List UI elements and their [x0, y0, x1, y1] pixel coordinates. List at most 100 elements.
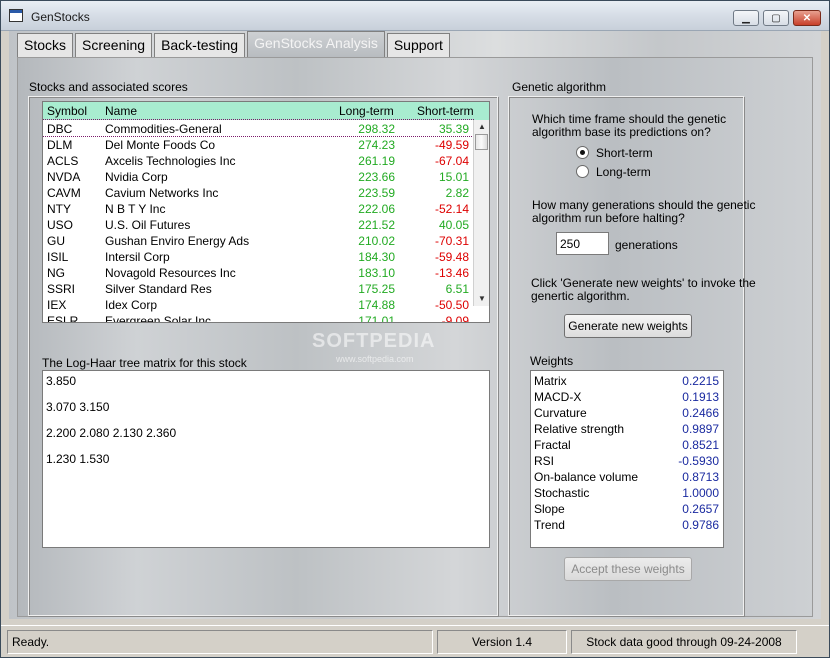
softpedia-watermark: SOFTPEDIA — [312, 330, 436, 352]
cell-long-term: 175.25 — [358, 282, 395, 296]
cell-long-term: 274.23 — [358, 138, 395, 152]
weights-list[interactable]: Matrix 0.2215 MACD-X 0.1913 Curvature 0.2466 R… — [530, 370, 724, 548]
table-row[interactable]: ACLS Axcelis Technologies Inc 261.19 -67.04 — [43, 152, 473, 168]
cell-name: Evergreen Solar Inc — [105, 314, 212, 323]
timeframe-question-line2: algorithm base its predictions on? — [532, 125, 711, 139]
weight-row[interactable]: Curvature 0.2466 — [531, 405, 723, 421]
weight-row[interactable]: MACD-X 0.1913 — [531, 389, 723, 405]
cell-short-term: -52.14 — [434, 202, 469, 216]
status-bar: Ready. Version 1.4 Stock data good throu… — [1, 625, 829, 657]
cell-short-term: 2.82 — [445, 186, 469, 200]
cell-long-term: 261.19 — [358, 154, 395, 168]
header-short-term[interactable]: Short-term — [417, 104, 474, 118]
tab-back-testing[interactable]: Back-testing — [154, 33, 246, 57]
header-long-term[interactable]: Long-term — [339, 104, 394, 118]
header-symbol[interactable]: Symbol — [47, 104, 87, 118]
cell-long-term: 171.01 — [358, 314, 395, 323]
tab-genstocks-analysis[interactable]: GenStocks Analysis — [247, 31, 385, 57]
weight-value: 0.2466 — [682, 406, 719, 420]
table-row[interactable]: DBC Commodities-General 298.32 35.39 — [43, 119, 474, 137]
softpedia-watermark-url: www.softpedia.com — [336, 354, 414, 364]
title-bar[interactable]: GenStocks ▁ ▢ ✕ — [1, 1, 829, 31]
scroll-up-icon[interactable]: ▲ — [476, 122, 488, 132]
client-area: Stocks Screening Back-testing GenStocks … — [9, 31, 821, 619]
weight-row[interactable]: Relative strength 0.9897 — [531, 421, 723, 437]
close-button[interactable]: ✕ — [793, 10, 821, 26]
cell-short-term: -67.04 — [434, 154, 469, 168]
cell-symbol: DLM — [47, 138, 73, 152]
cell-short-term: 6.51 — [445, 282, 469, 296]
cell-long-term: 183.10 — [358, 266, 395, 280]
cell-symbol: NVDA — [47, 170, 81, 184]
app-window: GenStocks ▁ ▢ ✕ Stocks Screening Back-te… — [0, 0, 830, 658]
weight-row[interactable]: Stochastic 1.0000 — [531, 485, 723, 501]
cell-short-term: -49.59 — [434, 138, 469, 152]
scroll-down-icon[interactable]: ▼ — [476, 294, 488, 304]
cell-long-term: 222.06 — [358, 202, 395, 216]
matrix-line: 3.070 3.150 — [46, 400, 110, 414]
table-row[interactable]: USO U.S. Oil Futures 221.52 40.05 — [43, 216, 473, 232]
weight-row[interactable]: Slope 0.2657 — [531, 501, 723, 517]
close-icon: ✕ — [802, 12, 812, 24]
cell-long-term: 174.88 — [358, 298, 395, 312]
cell-short-term: 35.39 — [438, 122, 469, 136]
matrix-line: 3.850 — [46, 374, 77, 388]
cell-name: Novagold Resources Inc — [105, 266, 236, 280]
table-row[interactable]: CAVM Cavium Networks Inc 223.59 2.82 — [43, 184, 473, 200]
app-icon — [9, 9, 23, 22]
table-row[interactable]: GU Gushan Enviro Energy Ads 210.02 -70.31 — [43, 232, 473, 248]
table-row[interactable]: NVDA Nvidia Corp 223.66 15.01 — [43, 168, 473, 184]
matrix-title: The Log-Haar tree matrix for this stock — [42, 356, 247, 370]
weight-row[interactable]: Matrix 0.2215 — [531, 373, 723, 389]
weight-row[interactable]: On-balance volume 0.8713 — [531, 469, 723, 485]
table-row[interactable]: ESLR Evergreen Solar Inc 171.01 -9.09 — [43, 312, 473, 323]
generations-input[interactable]: 250 — [556, 232, 609, 255]
cell-symbol: NG — [47, 266, 65, 280]
table-row[interactable]: NTY N B T Y Inc 222.06 -52.14 — [43, 200, 473, 216]
minimize-button[interactable]: ▁ — [733, 10, 759, 26]
stocks-list[interactable]: Symbol Name Long-term Short-term DBC Comm… — [42, 101, 490, 323]
generations-unit-label: generations — [615, 238, 678, 252]
minimize-icon: ▁ — [742, 12, 750, 24]
status-ready: Ready. — [7, 630, 433, 654]
cell-symbol: NTY — [47, 202, 71, 216]
cell-name: Axcelis Technologies Inc — [105, 154, 236, 168]
radio-long-term-label[interactable]: Long-term — [596, 165, 651, 179]
radio-short-term[interactable] — [576, 146, 589, 159]
tab-support[interactable]: Support — [386, 33, 450, 57]
cell-name: N B T Y Inc — [105, 202, 166, 216]
radio-long-term[interactable] — [576, 165, 589, 178]
table-row[interactable]: DLM Del Monte Foods Co 274.23 -49.59 — [43, 136, 473, 152]
table-row[interactable]: IEX Idex Corp 174.88 -50.50 — [43, 296, 473, 312]
table-row[interactable]: ISIL Intersil Corp 184.30 -59.48 — [43, 248, 473, 264]
table-row[interactable]: NG Novagold Resources Inc 183.10 -13.46 — [43, 264, 473, 280]
weight-row[interactable]: RSI -0.5930 — [531, 453, 723, 469]
cell-short-term: -59.48 — [434, 250, 469, 264]
status-version: Version 1.4 — [437, 630, 567, 654]
tab-stocks[interactable]: Stocks — [17, 33, 74, 57]
cell-long-term: 184.30 — [358, 250, 395, 264]
scroll-thumb[interactable] — [475, 134, 488, 150]
maximize-button[interactable]: ▢ — [763, 10, 789, 26]
weight-row[interactable]: Trend 0.9786 — [531, 517, 723, 533]
cell-short-term: -50.50 — [434, 298, 469, 312]
table-row[interactable]: SSRI Silver Standard Res 175.25 6.51 — [43, 280, 473, 296]
weight-name: RSI — [534, 454, 555, 468]
instruction-line1: Click 'Generate new weights' to invoke t… — [531, 276, 756, 290]
stocks-group-title: Stocks and associated scores — [29, 80, 188, 94]
weight-name: Matrix — [534, 374, 567, 388]
radio-short-term-label[interactable]: Short-term — [596, 146, 653, 160]
tab-screening[interactable]: Screening — [75, 33, 153, 57]
cell-short-term: -70.31 — [434, 234, 469, 248]
weight-row[interactable]: Fractal 0.8521 — [531, 437, 723, 453]
stocks-list-header: Symbol Name Long-term Short-term — [43, 102, 489, 120]
generate-weights-button[interactable]: Generate new weights — [564, 314, 692, 338]
cell-name: U.S. Oil Futures — [105, 218, 191, 232]
cell-name: Idex Corp — [105, 298, 158, 312]
header-name[interactable]: Name — [105, 104, 137, 118]
accept-weights-button[interactable]: Accept these weights — [564, 557, 692, 581]
stocks-scrollbar[interactable]: ▲ ▼ — [473, 120, 489, 306]
weight-name: Curvature — [534, 406, 587, 420]
cell-name: Nvidia Corp — [105, 170, 168, 184]
matrix-textarea[interactable]: 3.850 3.070 3.150 2.200 2.080 2.130 2.36… — [42, 370, 490, 548]
